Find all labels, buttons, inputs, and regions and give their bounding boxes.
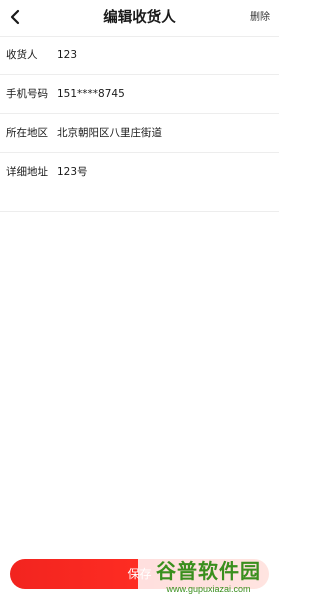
phone-label: 手机号码 (6, 88, 48, 100)
watermark-text: 谷普软件园 (156, 559, 261, 583)
watermark: 谷普软件园 www.gupuxiazai.com (138, 553, 279, 600)
address-input[interactable]: 123号 (57, 153, 88, 191)
form-row-region[interactable]: 所在地区 北京朝阳区八里庄街道 (0, 114, 279, 153)
delete-button[interactable]: 删除 (250, 0, 270, 36)
nav-header: 编辑收货人 删除 (0, 0, 279, 37)
address-label: 详细地址 (6, 166, 48, 178)
consignee-label: 收货人 (6, 49, 38, 61)
page-title: 编辑收货人 (103, 10, 176, 26)
form-row-address[interactable]: 详细地址 123号 (0, 153, 279, 212)
region-selector[interactable]: 北京朝阳区八里庄街道 (57, 114, 162, 152)
form-row-consignee[interactable]: 收货人 123 (0, 36, 279, 75)
edit-consignee-page: 编辑收货人 删除 收货人 123 手机号码 151****8745 所在地区 北… (0, 0, 279, 600)
consignee-form: 收货人 123 手机号码 151****8745 所在地区 北京朝阳区八里庄街道… (0, 36, 279, 212)
phone-input[interactable]: 151****8745 (57, 75, 125, 113)
region-label: 所在地区 (6, 127, 48, 139)
consignee-input[interactable]: 123 (57, 36, 77, 74)
form-row-phone[interactable]: 手机号码 151****8745 (0, 75, 279, 114)
watermark-url: www.gupuxiazai.com (166, 584, 251, 594)
